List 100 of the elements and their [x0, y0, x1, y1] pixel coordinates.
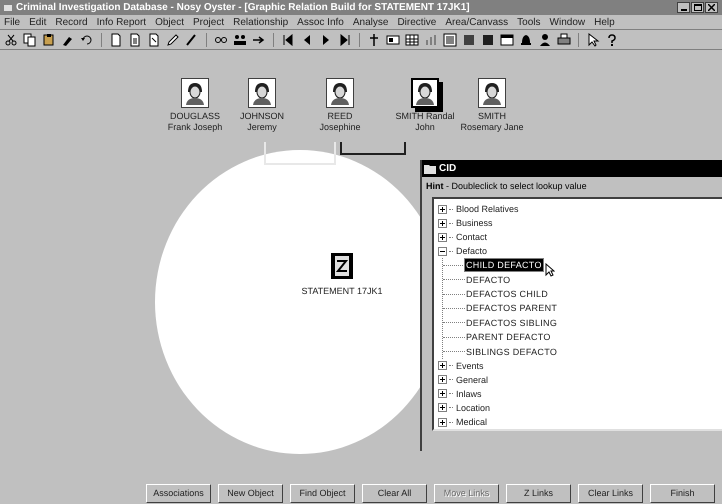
minimize-button[interactable]: [677, 2, 690, 13]
person-avatar[interactable]: [181, 78, 209, 108]
menu-item[interactable]: File: [4, 14, 20, 30]
collapse-icon[interactable]: [438, 246, 447, 256]
tree-item[interactable]: Business: [455, 217, 494, 230]
tree-item[interactable]: Contact: [455, 231, 488, 244]
person-surname: SMITH: [478, 111, 506, 122]
document-icon[interactable]: [147, 32, 161, 46]
clipboard-icon[interactable]: [42, 32, 56, 46]
tree-item[interactable]: DEFACTOS PARENT: [465, 302, 558, 314]
action-button[interactable]: Find Object: [290, 484, 355, 503]
tree-item[interactable]: General: [455, 374, 490, 386]
statement-document-icon[interactable]: [331, 253, 353, 279]
tree-item[interactable]: Medical: [455, 416, 488, 428]
square-icon[interactable]: [481, 32, 495, 46]
maximize-button[interactable]: [691, 2, 704, 13]
maximize-icon: [694, 4, 702, 11]
expand-icon[interactable]: [438, 418, 447, 426]
expand-icon[interactable]: [438, 389, 447, 398]
tree-item[interactable]: DEFACTOS SIBLING: [465, 316, 558, 329]
menu-item[interactable]: Analyse: [352, 14, 388, 30]
window-title: Criminal Investigation Database - Nosy Oyster - [Graphic Relation Build for STATEMENT 17JK1]: [16, 1, 470, 15]
document-icon[interactable]: [109, 32, 123, 46]
expand-icon[interactable]: [438, 375, 447, 384]
person-surname: SMITH Randal: [395, 111, 455, 122]
person-icon[interactable]: [538, 32, 552, 46]
square-icon[interactable]: [462, 32, 476, 46]
pointer-icon[interactable]: [586, 32, 600, 46]
action-button[interactable]: Z Links: [506, 484, 571, 503]
tree-view[interactable]: Blood Relatives Business Contact Defacto CHILD DEFACTO DEFACTO DEFACTOS CHILD DEFACTOS PARENT DEFACTOS SIBLING PARENT DEFACTO SIBLINGS DEFACTO Events General Inlaws Location Medical: [432, 197, 722, 431]
minimize-icon: [680, 9, 686, 11]
action-button[interactable]: Associations: [146, 484, 211, 503]
menu-item[interactable]: Info Report: [96, 14, 146, 30]
tree-item[interactable]: SIBLINGS DEFACTO: [465, 346, 558, 358]
pencil-icon[interactable]: [166, 32, 180, 46]
person-silhouette-icon: [481, 81, 503, 105]
menu-item[interactable]: Record: [55, 14, 88, 30]
printer-icon[interactable]: [557, 32, 571, 46]
tree-item[interactable]: PARENT DEFACTO: [465, 331, 552, 344]
dialog-title: CID: [439, 162, 456, 176]
hint-label: Hint: [426, 180, 444, 194]
tree-item[interactable]: DEFACTO: [465, 274, 512, 286]
person-silhouette-icon: [414, 81, 436, 105]
expand-icon[interactable]: [438, 218, 447, 228]
person-given-name: John: [415, 122, 435, 133]
bell-icon[interactable]: [519, 32, 533, 46]
tree-item[interactable]: Inlaws: [455, 388, 483, 400]
copy-icon[interactable]: [23, 32, 37, 46]
action-button[interactable]: New Object: [218, 484, 283, 503]
tree-item[interactable]: Events: [455, 360, 485, 372]
expand-icon[interactable]: [438, 403, 447, 412]
person-given-name: Rosemary Jane: [460, 122, 524, 133]
person-silhouette-icon: [184, 81, 206, 105]
expand-icon[interactable]: [438, 204, 447, 214]
tree-item[interactable]: CHILD DEFACTO: [465, 259, 543, 272]
menu-item[interactable]: Assoc Info: [297, 14, 344, 30]
last-record-icon[interactable]: [338, 32, 352, 46]
person-avatar[interactable]: [248, 78, 276, 108]
scissors-icon[interactable]: [4, 32, 18, 46]
tree-item[interactable]: Blood Relatives: [455, 203, 520, 216]
people-icon[interactable]: [233, 32, 247, 46]
link-line: [264, 142, 336, 165]
menu-item[interactable]: Relationship: [233, 14, 288, 30]
menu-item[interactable]: Object: [155, 14, 184, 30]
person-given-name: Josephine: [319, 122, 361, 133]
menu-item[interactable]: Edit: [29, 14, 46, 30]
menu-item[interactable]: Project: [193, 14, 224, 30]
tree-item[interactable]: DEFACTOS CHILD: [465, 288, 550, 300]
mouse-pointer-icon: [544, 263, 555, 278]
close-button[interactable]: [705, 2, 718, 13]
person-avatar[interactable]: [478, 78, 506, 108]
grid-icon[interactable]: [405, 32, 419, 46]
document-icon[interactable]: [128, 32, 142, 46]
menu-item[interactable]: Tools: [517, 14, 541, 30]
undo-icon[interactable]: [80, 32, 94, 46]
app-icon: [4, 4, 12, 10]
tree-item[interactable]: Defacto: [455, 245, 488, 258]
folder-icon: [424, 163, 436, 174]
cross-icon[interactable]: [367, 32, 381, 46]
action-button[interactable]: Finish: [650, 484, 715, 503]
card-icon[interactable]: [386, 32, 400, 46]
action-button[interactable]: Clear Links: [578, 484, 643, 503]
person-avatar[interactable]: [326, 78, 354, 108]
person-silhouette-icon: [329, 81, 351, 105]
expand-icon[interactable]: [438, 361, 447, 370]
frame-icon[interactable]: [443, 32, 457, 46]
close-icon: [708, 4, 715, 11]
action-button[interactable]: Clear All: [362, 484, 427, 503]
expand-icon[interactable]: [438, 232, 447, 242]
window-icon[interactable]: [500, 32, 514, 46]
menu-item[interactable]: Directive: [397, 14, 436, 30]
person-silhouette-icon: [251, 81, 273, 105]
tree-item[interactable]: Location: [455, 402, 492, 414]
menu-item[interactable]: Window: [550, 14, 586, 30]
statement-label: STATEMENT 17JK1: [301, 285, 383, 298]
menu-item[interactable]: Area/Canvass: [445, 14, 508, 30]
first-record-icon[interactable]: [281, 32, 295, 46]
menu-item[interactable]: Help: [594, 14, 615, 30]
person-given-name: Jeremy: [247, 122, 277, 133]
link-line: [340, 142, 406, 155]
